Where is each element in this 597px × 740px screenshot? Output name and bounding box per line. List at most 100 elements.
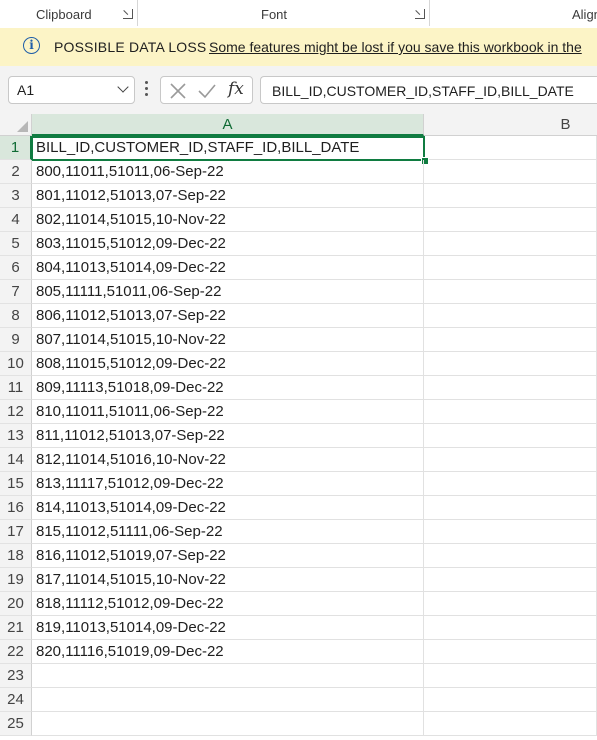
row-header[interactable]: 5 (0, 232, 32, 256)
cell-a[interactable]: 809,11113,51018,09-Dec-22 (32, 376, 424, 400)
cell-b[interactable] (424, 496, 597, 520)
enter-icon[interactable] (197, 82, 217, 100)
row-header[interactable]: 9 (0, 328, 32, 352)
more-dots-icon[interactable] (145, 81, 149, 99)
cell-a[interactable]: 806,11012,51013,07-Sep-22 (32, 304, 424, 328)
row-header[interactable]: 14 (0, 448, 32, 472)
cell-b[interactable] (424, 352, 597, 376)
table-row: 20 818,11112,51012,09-Dec-22 (0, 592, 597, 616)
cell-b[interactable] (424, 664, 597, 688)
cell-b[interactable] (424, 520, 597, 544)
banner-message-link[interactable]: Some features might be lost if you save … (209, 39, 582, 55)
cell-a[interactable]: 816,11012,51019,07-Sep-22 (32, 544, 424, 568)
cell-a[interactable]: 819,11013,51014,09-Dec-22 (32, 616, 424, 640)
cell-a[interactable]: 810,11011,51011,06-Sep-22 (32, 400, 424, 424)
formula-input[interactable]: BILL_ID,CUSTOMER_ID,STAFF_ID,BILL_DATE (260, 76, 597, 104)
cell-b[interactable] (424, 256, 597, 280)
fx-icon[interactable]: fx (228, 79, 244, 99)
cell-a[interactable]: 813,11117,51012,09-Dec-22 (32, 472, 424, 496)
cell-a[interactable]: 812,11014,51016,10-Nov-22 (32, 448, 424, 472)
cell-a[interactable]: 802,11014,51015,10-Nov-22 (32, 208, 424, 232)
row-header[interactable]: 12 (0, 400, 32, 424)
row-header[interactable]: 10 (0, 352, 32, 376)
chevron-down-icon[interactable] (117, 81, 129, 93)
cell-a[interactable]: 817,11014,51015,10-Nov-22 (32, 568, 424, 592)
cell-a[interactable]: 815,11012,51111,06-Sep-22 (32, 520, 424, 544)
table-row: 5 803,11015,51012,09-Dec-22 (0, 232, 597, 256)
row-header[interactable]: 16 (0, 496, 32, 520)
row-header[interactable]: 7 (0, 280, 32, 304)
row-header[interactable]: 4 (0, 208, 32, 232)
column-header-b[interactable]: B (424, 114, 597, 136)
cell-a[interactable]: 800,11011,51011,06-Sep-22 (32, 160, 424, 184)
row-header[interactable]: 8 (0, 304, 32, 328)
clipboard-dialog-launcher-icon[interactable] (123, 9, 133, 19)
column-header-a[interactable]: A (32, 114, 424, 136)
row-header[interactable]: 6 (0, 256, 32, 280)
cell-b[interactable] (424, 280, 597, 304)
cell-b[interactable] (424, 712, 597, 736)
cell-b[interactable] (424, 304, 597, 328)
table-row: 8 806,11012,51013,07-Sep-22 (0, 304, 597, 328)
cell-a[interactable]: 820,11116,51019,09-Dec-22 (32, 640, 424, 664)
cell-b[interactable] (424, 208, 597, 232)
row-header[interactable]: 15 (0, 472, 32, 496)
font-dialog-launcher-icon[interactable] (415, 9, 425, 19)
row-header[interactable]: 2 (0, 160, 32, 184)
name-box[interactable]: A1 (8, 76, 135, 104)
cell-b[interactable] (424, 472, 597, 496)
cell-a[interactable]: 811,11012,51013,07-Sep-22 (32, 424, 424, 448)
cell-b[interactable] (424, 400, 597, 424)
cell-b[interactable] (424, 328, 597, 352)
cell-b[interactable] (424, 544, 597, 568)
cell-b[interactable] (424, 160, 597, 184)
cell-a[interactable]: 814,11013,51014,09-Dec-22 (32, 496, 424, 520)
cell-b[interactable] (424, 688, 597, 712)
row-header[interactable]: 21 (0, 616, 32, 640)
formula-bar-row: A1 fx BILL_ID,CUSTOMER_ID,STAFF_ID,BILL_… (0, 66, 597, 114)
row-header[interactable]: 18 (0, 544, 32, 568)
cell-b[interactable] (424, 448, 597, 472)
spreadsheet-grid: A B 1 BILL_ID,CUSTOMER_ID,STAFF_ID,BILL_D… (0, 114, 597, 740)
cell-b[interactable] (424, 568, 597, 592)
cell-b[interactable] (424, 376, 597, 400)
cell-a[interactable]: 803,11015,51012,09-Dec-22 (32, 232, 424, 256)
row-header[interactable]: 17 (0, 520, 32, 544)
row-header[interactable]: 20 (0, 592, 32, 616)
row-header[interactable]: 22 (0, 640, 32, 664)
table-row: 6 804,11013,51014,09-Dec-22 (0, 256, 597, 280)
cell-b[interactable] (424, 592, 597, 616)
table-row: 21 819,11013,51014,09-Dec-22 (0, 616, 597, 640)
cell-b[interactable] (424, 640, 597, 664)
row-header[interactable]: 24 (0, 688, 32, 712)
cell-b[interactable] (424, 616, 597, 640)
formula-actions: fx (160, 76, 253, 104)
table-row: 17 815,11012,51111,06-Sep-22 (0, 520, 597, 544)
row-header[interactable]: 1 (0, 136, 32, 160)
cell-b[interactable] (424, 136, 597, 160)
cell-a[interactable] (32, 664, 424, 688)
cell-a[interactable]: BILL_ID,CUSTOMER_ID,STAFF_ID,BILL_DATE (32, 136, 424, 160)
cancel-icon[interactable] (169, 82, 187, 100)
table-row: 3 801,11012,51013,07-Sep-22 (0, 184, 597, 208)
select-all-button[interactable] (0, 114, 32, 136)
cell-a[interactable]: 808,11015,51012,09-Dec-22 (32, 352, 424, 376)
cell-a[interactable]: 804,11013,51014,09-Dec-22 (32, 256, 424, 280)
row-header[interactable]: 3 (0, 184, 32, 208)
row-header[interactable]: 23 (0, 664, 32, 688)
ribbon-group-labels: Clipboard Font Align (0, 0, 597, 29)
row-header[interactable]: 11 (0, 376, 32, 400)
cell-a[interactable]: 805,11111,51011,06-Sep-22 (32, 280, 424, 304)
cell-b[interactable] (424, 424, 597, 448)
cell-a[interactable]: 801,11012,51013,07-Sep-22 (32, 184, 424, 208)
table-row: 11 809,11113,51018,09-Dec-22 (0, 376, 597, 400)
row-header[interactable]: 19 (0, 568, 32, 592)
cell-b[interactable] (424, 232, 597, 256)
cell-b[interactable] (424, 184, 597, 208)
cell-a[interactable] (32, 688, 424, 712)
cell-a[interactable]: 818,11112,51012,09-Dec-22 (32, 592, 424, 616)
row-header[interactable]: 13 (0, 424, 32, 448)
cell-a[interactable]: 807,11014,51015,10-Nov-22 (32, 328, 424, 352)
cell-a[interactable] (32, 712, 424, 736)
row-header[interactable]: 25 (0, 712, 32, 736)
